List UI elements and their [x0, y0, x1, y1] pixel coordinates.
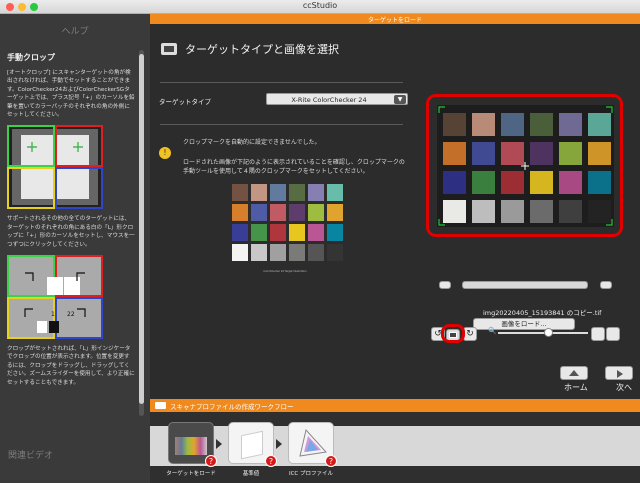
- help-heading: 手動クロップ: [7, 53, 55, 62]
- help-scrollbar-thumb[interactable]: [139, 54, 144, 404]
- reference-swatch: [308, 224, 324, 241]
- reference-swatch: [327, 244, 343, 261]
- home-icon: [569, 370, 579, 376]
- crop-instruction-message: ロードされた画像が下記のように表示されていることを確認し、クロップマークの手動ツ…: [183, 159, 405, 175]
- chevron-down-icon: ▼: [394, 95, 406, 104]
- workflow-step-label: 基準値: [242, 471, 260, 477]
- window-titlebar: ccStudio: [0, 0, 640, 14]
- reference-swatch: [270, 184, 286, 201]
- reference-swatch: [270, 224, 286, 241]
- target-type-dropdown[interactable]: X-Rite ColorChecker 24 ▼: [266, 93, 408, 105]
- crop-error-message: クロップマークを自動的に設定できませんでした。: [183, 139, 321, 146]
- reference-swatch: [251, 204, 267, 221]
- target-thumbnail-icon: [175, 437, 207, 455]
- help-badge-icon[interactable]: ?: [325, 455, 337, 467]
- section-title: ターゲットタイプと画像を選択: [185, 43, 339, 56]
- zoom-fit-button[interactable]: [591, 327, 605, 341]
- diagram-number-1: 1: [51, 311, 55, 318]
- reference-swatch: [251, 224, 267, 241]
- info-icon: !: [159, 147, 171, 159]
- rotate-right-button[interactable]: ↻: [463, 327, 477, 341]
- separator-top: [160, 82, 403, 83]
- top-bar: ターゲットをロード: [150, 14, 640, 24]
- reference-swatch: [232, 184, 248, 201]
- highlight-circle: [441, 324, 465, 343]
- next-arrow-icon: [617, 370, 623, 378]
- rotate-right-icon: ↻: [466, 329, 474, 339]
- home-button[interactable]: [560, 366, 588, 380]
- diagram-number-22: 22: [67, 311, 75, 318]
- reference-caption: ColorChecker 24 Target Illustration: [263, 270, 307, 273]
- related-video-heading: 関連ビデオ: [8, 451, 54, 461]
- workflow-area: ? ? ? ターゲットをロード 基準値 ICC プロファイル: [150, 412, 640, 483]
- workflow-step-icc-profile[interactable]: ?: [288, 422, 337, 467]
- zoom-slider-track[interactable]: [498, 332, 588, 334]
- workflow-step-label: ターゲットをロード: [166, 471, 216, 477]
- help-title: ヘルプ: [61, 27, 89, 37]
- reference-swatch: [327, 184, 343, 201]
- help-paragraph-1: [オートクロップ] にスキャンターゲットの角が検出されなければ、手動でセットする…: [7, 70, 135, 119]
- help-scrollbar[interactable]: [139, 50, 144, 416]
- target-type-value: X-Rite ColorChecker 24: [291, 96, 367, 104]
- help-badge-icon[interactable]: ?: [265, 455, 277, 467]
- reference-swatch: [232, 224, 248, 241]
- crop-marks: [438, 106, 613, 226]
- workflow-title: スキャナプロファイルの作成ワークフロー: [170, 403, 294, 411]
- image-filename: img20220405_15193841 のコピー.tif: [483, 309, 602, 317]
- workflow-step-reference[interactable]: ?: [228, 422, 277, 467]
- pan-left-button[interactable]: [439, 281, 451, 289]
- reference-swatch: [308, 244, 324, 261]
- reference-colorchecker: [229, 181, 343, 269]
- target-icon: [161, 43, 177, 55]
- next-label: 次へ: [616, 383, 632, 392]
- target-type-label: ターゲットタイプ: [159, 98, 211, 106]
- separator-middle: [160, 124, 403, 125]
- reference-swatch: [232, 204, 248, 221]
- reference-swatch: [251, 184, 267, 201]
- window-title: ccStudio: [302, 1, 338, 10]
- crop-diagram-2: [7, 255, 103, 340]
- home-label: ホーム: [564, 383, 588, 392]
- reference-swatch: [251, 244, 267, 261]
- workflow-bar: スキャナプロファイルの作成ワークフロー: [150, 399, 640, 412]
- pan-right-button[interactable]: [600, 281, 612, 289]
- crop-diagram-1: [7, 125, 103, 210]
- reference-swatch: [232, 244, 248, 261]
- reference-swatch: [308, 204, 324, 221]
- help-panel: ヘルプ 手動クロップ [オートクロップ] にスキャンターゲットの角が検出されなけ…: [0, 14, 150, 483]
- reference-swatch: [270, 204, 286, 221]
- help-paragraph-2: サポートされるその他の全てのターゲットには、ターゲットのそれぞれの角にある白の「…: [7, 216, 135, 248]
- main-area: ターゲットをロード ターゲットタイプと画像を選択 ターゲットタイプ X-Rite…: [150, 14, 640, 483]
- reference-swatch: [289, 244, 305, 261]
- workflow-arrow-1: [216, 439, 222, 449]
- reference-swatch: [327, 224, 343, 241]
- zoom-in-button[interactable]: [606, 327, 620, 341]
- zoom-out-icon: 🔍: [488, 327, 497, 335]
- workflow-step-label: ICC プロファイル: [288, 471, 334, 477]
- reference-swatch: [327, 204, 343, 221]
- zoom-slider-thumb[interactable]: [544, 328, 553, 337]
- workflow-lane: [150, 426, 640, 466]
- reference-swatch: [289, 224, 305, 241]
- reference-swatch: [289, 204, 305, 221]
- next-button[interactable]: [605, 366, 633, 380]
- top-bar-title: ターゲットをロード: [367, 17, 422, 24]
- reference-swatch: [308, 184, 324, 201]
- help-badge-icon[interactable]: ?: [205, 455, 217, 467]
- reference-swatch: [289, 184, 305, 201]
- workflow-step-load-target[interactable]: ?: [168, 422, 217, 467]
- reference-swatch: [270, 244, 286, 261]
- reference-document-icon: [241, 430, 263, 460]
- workflow-arrow-2: [276, 439, 282, 449]
- scan-preview[interactable]: [437, 105, 614, 227]
- image-scrollbar[interactable]: [462, 281, 588, 289]
- help-paragraph-3: クロップがセットされれば、「L」形インジケータでクロップの位置が表示されます。位…: [7, 346, 135, 386]
- help-content: 手動クロップ [オートクロップ] にスキャンターゲットの角が検出されなければ、手…: [7, 44, 135, 419]
- workflow-icon: [155, 402, 166, 409]
